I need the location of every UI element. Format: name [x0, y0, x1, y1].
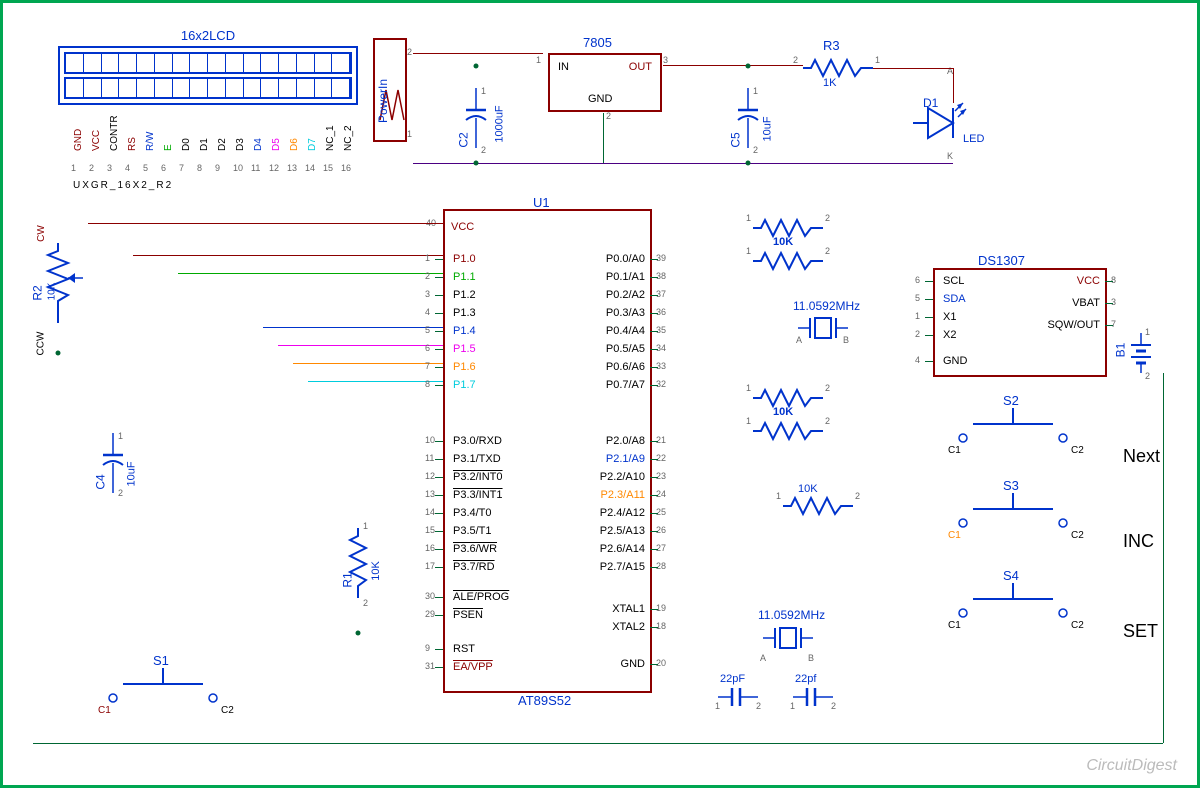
lcd-pin-d0: D0: [181, 138, 192, 151]
lcd-pin-d1: D1: [199, 138, 210, 151]
schematic-canvas: 16x2LCD for(let i=0;i<16;i++)document.wr…: [0, 0, 1200, 788]
mcu-ref: U1: [533, 195, 550, 210]
lcd-pin-gnd: GND: [73, 129, 84, 151]
voltage-regulator: IN OUT GND: [548, 53, 662, 112]
lcd-pin-vcc: VCC: [91, 130, 102, 151]
resistor-pullup4: [753, 421, 823, 441]
lcd-pin-d7: D7: [307, 138, 318, 151]
mcu-part: AT89S52: [518, 693, 571, 708]
lcd-pin-nc_1: NC_1: [325, 125, 336, 151]
lcd-pin-r/w: R/W: [145, 132, 156, 151]
switch-s2: [953, 408, 1073, 448]
led-d1: [913, 103, 963, 153]
switch-s1: [103, 668, 223, 708]
set-label: SET: [1123, 621, 1158, 642]
reg-ref: 7805: [583, 35, 612, 50]
lcd-pin-d5: D5: [271, 138, 282, 151]
lcd-pin-d4: D4: [253, 138, 264, 151]
resistor-pullup2: [753, 251, 823, 271]
lcd-pin-nc_2: NC_2: [343, 125, 354, 151]
lcd-pin-rs: RS: [127, 137, 138, 151]
resistor-pullup5: [783, 496, 853, 516]
watermark: CircuitDigest: [1086, 757, 1177, 775]
lcd-pin-d3: D3: [235, 138, 246, 151]
lcd-pin-e: E: [163, 144, 174, 151]
resistor-r3: [803, 58, 873, 78]
crystal-mcu: [763, 623, 813, 653]
resistor-pullup1: [753, 218, 823, 238]
next-label: Next: [1123, 446, 1160, 467]
lcd-pin-d6: D6: [289, 138, 300, 151]
rtc-ref: DS1307: [978, 253, 1025, 268]
resistor-pullup3: [753, 388, 823, 408]
crystal-rtc: [798, 313, 848, 343]
inc-label: INC: [1123, 531, 1154, 552]
lcd-pin-d2: D2: [217, 138, 228, 151]
cap-22pf-2: [793, 688, 833, 706]
lcd-block: 16x2LCD for(let i=0;i<16;i++)document.wr…: [58, 28, 358, 105]
cap-22pf-1: [718, 688, 758, 706]
battery-b1: [1131, 333, 1151, 373]
switch-s4: [953, 583, 1073, 623]
powerin-label: PowerIn: [376, 79, 390, 123]
lcd-title: 16x2LCD: [58, 28, 358, 43]
lcd-pin-contr: CONTR: [109, 115, 120, 151]
switch-s3: [953, 493, 1073, 533]
